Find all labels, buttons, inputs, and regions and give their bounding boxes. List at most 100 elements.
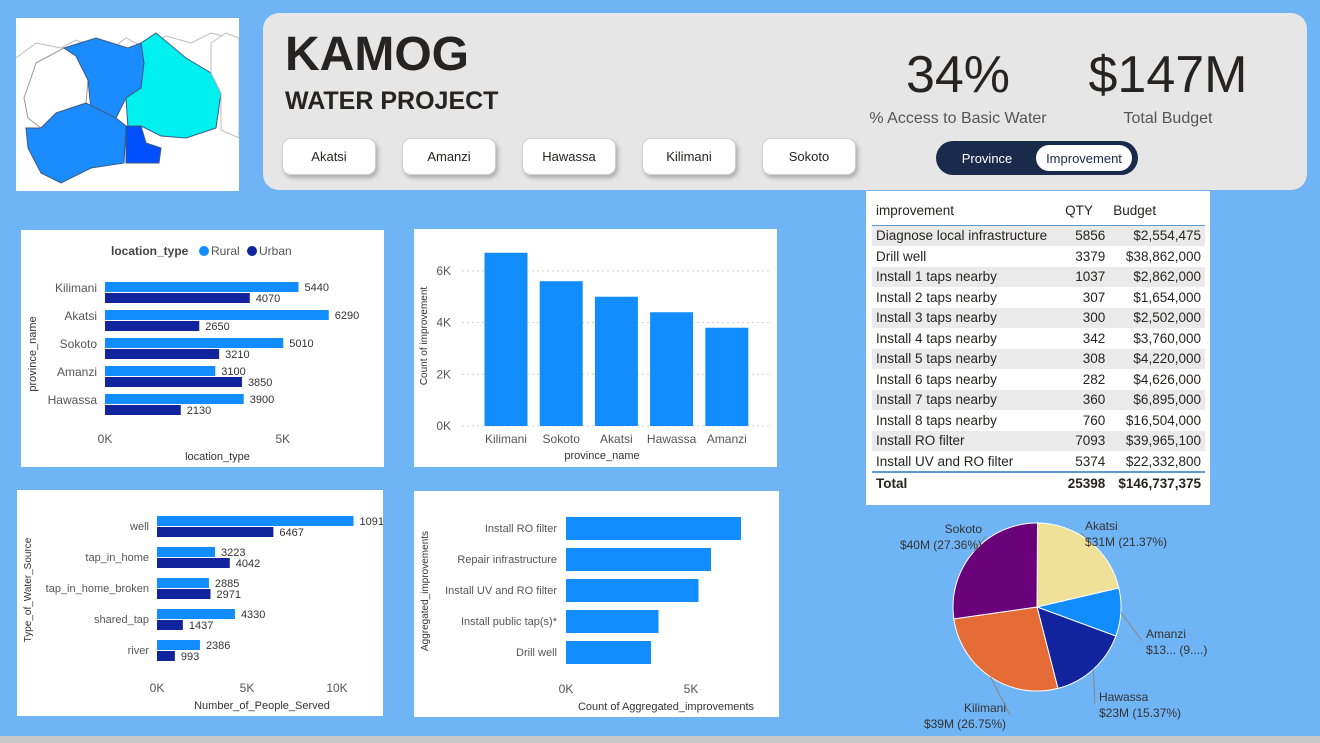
kpi-budget-label: Total Budget bbox=[1123, 110, 1213, 127]
chart-aggregated-improvements[interactable]: Install RO filter Repair infrastructure In… bbox=[414, 491, 779, 717]
budget-cell: $2,862,000 bbox=[1109, 266, 1205, 288]
qty-cell: 5374 bbox=[1061, 451, 1110, 473]
legend-label: Rural bbox=[211, 244, 240, 258]
y-tick-label: tap_in_home bbox=[85, 552, 149, 564]
x-tick-label: 5K bbox=[276, 432, 291, 446]
kpi-budget-value: $147M bbox=[1088, 46, 1248, 104]
table-row[interactable]: Diagnose local infrastructure 5856 $2,554,… bbox=[872, 225, 1205, 247]
legend-label: Urban bbox=[259, 244, 292, 258]
budget-cell: $6,895,000 bbox=[1109, 389, 1205, 411]
budget-cell: $22,332,800 bbox=[1109, 451, 1205, 473]
bar bbox=[157, 558, 230, 568]
bar bbox=[105, 349, 220, 359]
bar bbox=[105, 377, 242, 387]
x-axis-title: Count of Aggregated_improvements bbox=[578, 701, 755, 713]
x-tick-label: 0K bbox=[98, 432, 113, 446]
data-label: 6467 bbox=[279, 527, 303, 539]
improvement-cell: Install UV and RO filter bbox=[872, 451, 1062, 473]
data-label: 5440 bbox=[305, 282, 329, 294]
bar bbox=[105, 282, 299, 292]
y-tick-label: 2K bbox=[436, 367, 451, 381]
table-row[interactable]: Install 5 taps nearby 308 $4,220,000 bbox=[872, 348, 1205, 370]
slicer-kilimani[interactable]: Kilimani bbox=[642, 138, 736, 175]
table-row[interactable]: Install 6 taps nearby 282 $4,626,000 bbox=[872, 369, 1205, 390]
bar bbox=[566, 517, 741, 540]
chart-improvement-count[interactable]: 0K 2K 4K 6K Kilimani Sokoto Akatsi Hawassa Amanz… bbox=[414, 229, 777, 467]
improvement-table[interactable]: improvement QTY Budget Diagnose local in… bbox=[866, 191, 1210, 505]
table-row[interactable]: Install 3 taps nearby 300 $2,502,000 bbox=[872, 307, 1205, 329]
data-label: 3210 bbox=[225, 349, 249, 361]
y-tick-label: shared_tap bbox=[94, 614, 149, 626]
table-row[interactable]: Drill well 3379 $38,862,000 bbox=[872, 246, 1205, 267]
table-row[interactable]: Install 2 taps nearby 307 $1,654,000 bbox=[872, 287, 1205, 308]
x-tick-label: 5K bbox=[240, 681, 255, 695]
legend-marker bbox=[199, 246, 209, 256]
bar bbox=[566, 641, 651, 664]
bar bbox=[105, 293, 250, 303]
slicer-sokoto[interactable]: Sokoto bbox=[762, 138, 856, 175]
pie-value-label: $13... (9....) bbox=[1146, 643, 1207, 657]
slicer-amanzi[interactable]: Amanzi bbox=[402, 138, 496, 175]
y-tick-label: tap_in_home_broken bbox=[46, 583, 149, 595]
bar bbox=[566, 579, 699, 602]
improvement-cell: Diagnose local infrastructure bbox=[872, 225, 1062, 247]
legend-title: location_type bbox=[111, 244, 189, 258]
water-source-svg: well109166467tap_in_home32234042tap_in_h… bbox=[23, 516, 390, 712]
total-qty: 25398 bbox=[1061, 471, 1110, 495]
table-row[interactable]: Install 4 taps nearby 342 $3,760,000 bbox=[872, 328, 1205, 349]
table-row[interactable]: Install 7 taps nearby 360 $6,895,000 bbox=[872, 389, 1205, 411]
bar bbox=[705, 327, 749, 426]
pie-value-label: $23M (15.37%) bbox=[1099, 706, 1181, 720]
x-axis-title: Number_of_People_Served bbox=[194, 700, 330, 712]
province-map[interactable] bbox=[15, 18, 240, 191]
data-label: 993 bbox=[181, 651, 199, 663]
table-row[interactable]: Install UV and RO filter 5374 $22,332,800 bbox=[872, 451, 1205, 473]
chart-water-source[interactable]: well109166467tap_in_home32234042tap_in_h… bbox=[17, 490, 390, 716]
budget-cell: $2,502,000 bbox=[1109, 307, 1205, 329]
pie-value-label: $39M (26.75%) bbox=[924, 717, 1006, 731]
budget-pie-svg[interactable]: Akatsi $31M (21.37%) Amanzi $13... (9....) H… bbox=[880, 510, 1300, 740]
table-row[interactable]: Install 8 taps nearby 760 $16,504,000 bbox=[872, 410, 1205, 431]
y-tick-label: Install RO filter bbox=[485, 523, 557, 535]
column-header-budget[interactable]: Budget bbox=[1109, 196, 1205, 226]
budget-cell: $4,626,000 bbox=[1109, 369, 1205, 390]
column-header-improvement[interactable]: improvement bbox=[872, 196, 1062, 226]
bar bbox=[105, 405, 181, 415]
data-label: 3100 bbox=[221, 366, 245, 378]
improvement-cell: Install 4 taps nearby bbox=[872, 328, 1062, 349]
data-label: 4042 bbox=[236, 558, 260, 570]
y-tick-label: Akatsi bbox=[64, 309, 97, 323]
bar bbox=[157, 651, 175, 661]
x-tick-label: Sokoto bbox=[543, 432, 581, 446]
total-label: Total bbox=[872, 471, 1062, 495]
pie-label: Hawassa bbox=[1099, 690, 1149, 704]
bar bbox=[157, 620, 183, 630]
x-tick-label: 5K bbox=[684, 682, 699, 696]
toggle-province[interactable]: Province bbox=[942, 145, 1032, 171]
toggle-improvement[interactable]: Improvement bbox=[1036, 145, 1132, 171]
page-title: KAMOG bbox=[285, 28, 469, 81]
leader-line bbox=[1092, 669, 1096, 705]
qty-cell: 760 bbox=[1061, 410, 1110, 431]
location-type-svg: location_type Rural Urban Kilimani 5440 4070 A… bbox=[27, 244, 359, 463]
improvement-cell: Drill well bbox=[872, 246, 1062, 267]
table-row[interactable]: Install RO filter 7093 $39,965,100 bbox=[872, 430, 1205, 452]
qty-cell: 308 bbox=[1061, 348, 1110, 370]
budget-cell: $16,504,000 bbox=[1109, 410, 1205, 431]
table-row[interactable]: Install 1 taps nearby 1037 $2,862,000 bbox=[872, 266, 1205, 288]
aggregated-improvements-svg: Install RO filter Repair infrastructure In… bbox=[420, 517, 755, 713]
improvement-count-svg: 0K 2K 4K 6K Kilimani Sokoto Akatsi Hawassa Amanz… bbox=[419, 252, 769, 462]
qty-cell: 1037 bbox=[1061, 266, 1110, 288]
kpi-access-value: 34% bbox=[905, 46, 1011, 104]
pie-label: Kilimani bbox=[964, 701, 1006, 715]
chart-location-type[interactable]: location_type Rural Urban Kilimani 5440 4070 A… bbox=[21, 230, 384, 467]
leader-line bbox=[1120, 611, 1143, 642]
slicer-hawassa[interactable]: Hawassa bbox=[522, 138, 616, 175]
y-axis-title: Aggregated_improvements bbox=[420, 531, 431, 651]
slicer-akatsi[interactable]: Akatsi bbox=[282, 138, 376, 175]
view-toggle[interactable]: Province Improvement bbox=[936, 141, 1138, 175]
budget-cell: $39,965,100 bbox=[1109, 430, 1205, 452]
column-header-qty[interactable]: QTY bbox=[1061, 196, 1110, 226]
bar bbox=[157, 589, 211, 599]
data-label: 4070 bbox=[256, 293, 280, 305]
